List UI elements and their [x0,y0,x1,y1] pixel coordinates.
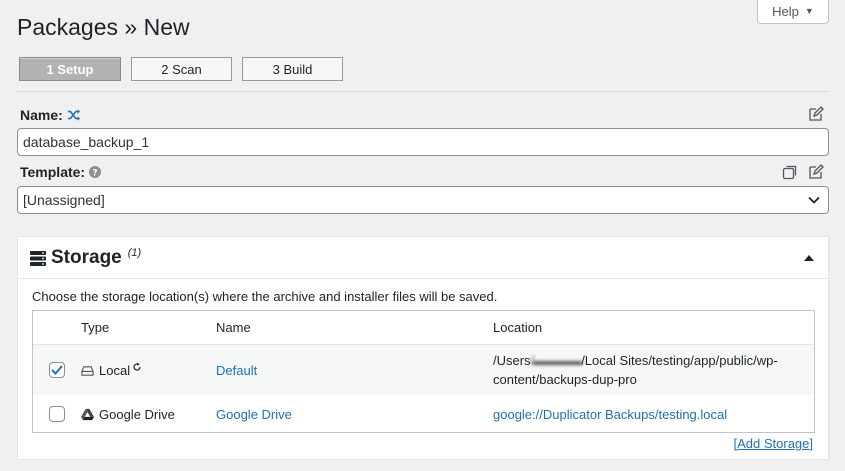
question-icon[interactable]: ? [89,166,102,179]
table-header: Type Name Location [33,311,814,345]
storage-checkbox-local[interactable] [49,362,65,378]
svg-text:?: ? [92,169,97,179]
edit-template-icon[interactable] [808,164,824,180]
add-storage-link[interactable]: [Add Storage] [734,436,814,451]
column-type: Type [81,320,110,335]
help-label: Help [772,3,799,19]
location-prefix: /Users [493,353,531,368]
template-select[interactable]: [Unassigned] [17,186,829,214]
storage-table: Type Name Location Local Default /Users/… [32,310,815,433]
wizard-steps: 1 Setup 2 Scan 3 Build [19,57,343,81]
storage-panel-header[interactable]: Storage (1) [18,237,828,279]
storage-type-label: Google Drive [99,406,175,422]
collapse-arrow-icon[interactable] [804,255,814,261]
refresh-icon[interactable] [132,362,142,372]
redacted-username: /▬▬▬▬ [530,353,583,368]
page-title: Packages » New [17,14,190,40]
storage-description: Choose the storage location(s) where the… [32,289,498,304]
step-setup-button[interactable]: 1 Setup [19,57,121,81]
edit-name-icon[interactable] [808,106,824,122]
package-name-value: database_backup_1 [23,134,150,150]
caret-down-icon: ▼ [804,6,814,16]
chevron-down-icon [808,196,820,204]
name-label-text: Name: [20,107,63,123]
step-build-button[interactable]: 3 Build [242,57,343,81]
google-drive-icon [81,408,94,420]
storage-panel: Storage (1) Choose the storage location(… [17,236,829,460]
package-name-input[interactable]: database_backup_1 [17,128,829,156]
table-row: Google Drive Google Drive google://Dupli… [33,396,814,432]
storage-name-link[interactable]: Google Drive [216,407,292,422]
name-field-label: Name: [20,107,81,123]
step-scan-button[interactable]: 2 Scan [131,57,232,81]
storage-location: /Users/▬▬▬▬/Local Sites/testing/app/publ… [493,351,813,389]
storage-count: (1) [127,246,142,259]
column-name: Name [216,320,251,335]
storage-type-local: Local [81,362,216,378]
storage-name-link[interactable]: Default [216,363,257,378]
storage-type-label: Local [99,362,131,378]
template-label-text: Template: [20,164,86,180]
shuffle-icon[interactable] [67,108,81,122]
database-icon [30,250,46,266]
storage-title: Storage [51,246,122,268]
storage-location-link[interactable]: google://Duplicator Backups/testing.loca… [493,407,727,422]
template-select-value: [Unassigned] [23,192,105,208]
column-location: Location [493,320,543,335]
checkmark-icon [51,365,63,375]
hard-drive-icon [81,365,94,376]
storage-checkbox-google-drive[interactable] [49,406,65,422]
help-tab-button[interactable]: Help ▼ [757,0,829,24]
table-row: Local Default /Users/▬▬▬▬/Local Sites/te… [33,345,814,396]
copy-template-icon[interactable] [782,164,798,180]
header-divider [17,91,829,92]
template-field-label: Template: ? [20,164,102,180]
storage-type-google-drive: Google Drive [81,407,216,422]
